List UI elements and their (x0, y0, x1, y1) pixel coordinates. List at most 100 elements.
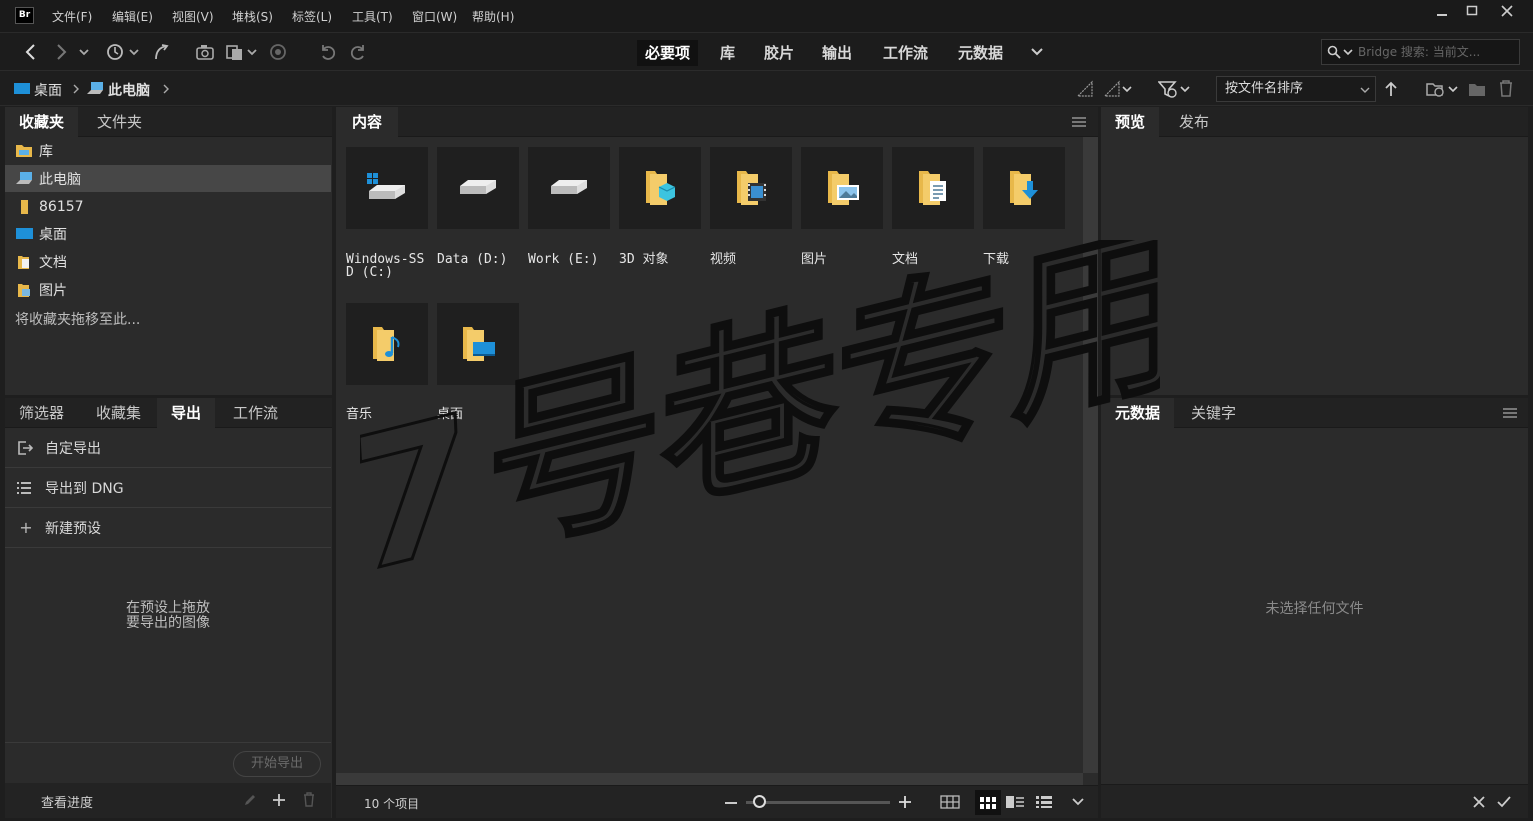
breadcrumb-desktop[interactable]: 桌面 (34, 80, 62, 100)
edit-icon[interactable] (243, 793, 257, 807)
vertical-scrollbar[interactable] (1083, 137, 1098, 773)
workspace-more-chevron-icon[interactable] (1030, 45, 1044, 59)
menu-view[interactable]: 视图(V) (172, 8, 214, 25)
refine-icon[interactable] (225, 43, 245, 61)
tab-workflow[interactable]: 工作流 (219, 398, 292, 428)
content-item-e-drive[interactable] (528, 147, 610, 229)
menu-tools[interactable]: 工具(T) (352, 8, 393, 25)
lock-grid-icon[interactable] (940, 794, 960, 810)
menu-window[interactable]: 窗口(W) (412, 8, 457, 25)
favorite-item-pictures[interactable]: 图片 (5, 276, 331, 303)
slider-thumb[interactable] (753, 795, 766, 808)
tab-keywords[interactable]: 关键字 (1177, 398, 1250, 428)
sort-select[interactable]: 按文件名排序 (1216, 76, 1376, 102)
workspace-filmstrip[interactable]: 胶片 (756, 40, 802, 66)
rating-filter-icon[interactable] (1103, 80, 1121, 98)
export-icon (17, 440, 35, 456)
tab-filter[interactable]: 筛选器 (5, 398, 78, 428)
workspace-library[interactable]: 库 (712, 40, 743, 66)
menu-stack[interactable]: 堆栈(S) (232, 8, 273, 25)
export-row-custom[interactable]: 自定导出 (5, 428, 331, 468)
content-item-label: 音乐 (346, 407, 373, 422)
content-item-music[interactable] (346, 303, 428, 385)
tab-preview[interactable]: 预览 (1101, 107, 1160, 137)
preview-panel: 预览 发布 (1101, 107, 1528, 395)
favorite-item-86157[interactable]: 86157 (5, 193, 331, 220)
recent-icon[interactable] (106, 43, 128, 61)
view-progress-link[interactable]: 查看进度 (41, 792, 93, 811)
start-export-button[interactable]: 开始导出 (233, 751, 321, 777)
menu-help[interactable]: 帮助(H) (472, 8, 514, 25)
chevron-down-icon[interactable] (128, 43, 140, 61)
export-row-dng[interactable]: 导出到 DNG (5, 468, 331, 508)
zoom-out-icon[interactable] (724, 796, 738, 810)
sort-ascending-icon[interactable] (1384, 81, 1398, 97)
content-item-d-drive[interactable] (437, 147, 519, 229)
chevron-down-icon[interactable] (1179, 83, 1191, 95)
tab-favorites[interactable]: 收藏夹 (5, 107, 79, 137)
favorite-item-desktop[interactable]: 桌面 (5, 220, 331, 247)
list-view-icon[interactable] (1036, 796, 1052, 808)
content-item-documents[interactable] (892, 147, 974, 229)
filter-icon[interactable] (1158, 80, 1178, 98)
pictures-folder-icon (828, 171, 859, 205)
view-thumbnails-button[interactable] (975, 790, 1001, 815)
menu-edit[interactable]: 编辑(E) (112, 8, 153, 25)
horizontal-scrollbar[interactable] (336, 773, 1083, 785)
favorite-item-this-pc[interactable]: 此电脑 (5, 165, 331, 192)
workspace-essentials[interactable]: 必要项 (637, 40, 699, 66)
chevron-down-icon[interactable] (1447, 83, 1459, 95)
favorite-item-documents[interactable]: 文档 (5, 248, 331, 275)
content-item-pictures[interactable] (801, 147, 883, 229)
details-view-icon[interactable] (1006, 796, 1024, 808)
content-item-desktop[interactable] (437, 303, 519, 385)
boomerang-icon[interactable] (152, 43, 170, 61)
close-window-button[interactable] (1490, 0, 1524, 22)
thumbnail-size-slider[interactable] (746, 801, 890, 804)
apply-check-icon[interactable] (1497, 795, 1511, 809)
workspace-workflow[interactable]: 工作流 (875, 40, 936, 66)
new-folder-icon[interactable] (1468, 80, 1486, 98)
chevron-down-icon[interactable] (1342, 46, 1354, 58)
path-bar: 桌面 此电脑 按文件名排序 (0, 70, 1533, 106)
chevron-down-icon[interactable] (246, 43, 258, 61)
tab-publish[interactable]: 发布 (1165, 107, 1223, 137)
back-icon[interactable] (24, 43, 38, 61)
rotate-right-icon[interactable] (348, 43, 368, 61)
tab-folders[interactable]: 文件夹 (83, 107, 156, 137)
quality-icon[interactable] (1076, 80, 1094, 98)
content-item-downloads[interactable] (983, 147, 1065, 229)
breadcrumb-this-pc[interactable]: 此电脑 (108, 80, 150, 100)
workspace-output[interactable]: 输出 (814, 40, 860, 66)
camera-icon[interactable] (195, 43, 215, 61)
menu-file[interactable]: 文件(F) (52, 8, 92, 25)
tab-content[interactable]: 内容 (336, 107, 399, 137)
chevron-down-icon[interactable] (1121, 83, 1133, 95)
content-item-videos[interactable] (710, 147, 792, 229)
music-folder-icon (373, 327, 400, 361)
export-row-new-preset[interactable]: + 新建预设 (5, 508, 331, 548)
rotate-left-icon[interactable] (318, 43, 338, 61)
forward-icon[interactable] (54, 43, 68, 61)
cancel-icon[interactable] (1472, 795, 1486, 809)
delete-icon[interactable] (1497, 79, 1515, 97)
content-item-3d-objects[interactable] (619, 147, 701, 229)
chevron-down-icon[interactable] (78, 43, 90, 61)
recent-folder-icon[interactable] (1426, 80, 1446, 98)
minimize-button[interactable] (1425, 0, 1459, 22)
panel-menu-icon[interactable] (1503, 408, 1517, 418)
add-icon[interactable] (272, 793, 286, 807)
tab-export[interactable]: 导出 (157, 398, 216, 428)
tab-metadata[interactable]: 元数据 (1101, 398, 1175, 428)
chevron-down-icon[interactable] (1071, 796, 1085, 808)
workspace-metadata[interactable]: 元数据 (950, 40, 1011, 66)
panel-menu-icon[interactable] (1072, 117, 1086, 127)
tab-collections[interactable]: 收藏集 (82, 398, 155, 428)
delete-icon[interactable] (302, 792, 316, 807)
menu-label[interactable]: 标签(L) (292, 8, 332, 25)
favorite-item-library[interactable]: 库 (5, 137, 331, 164)
zoom-in-icon[interactable] (898, 795, 912, 809)
content-item-c-drive[interactable] (346, 147, 428, 229)
open-in-camera-raw-icon[interactable] (268, 43, 288, 61)
maximize-button[interactable] (1455, 0, 1489, 22)
